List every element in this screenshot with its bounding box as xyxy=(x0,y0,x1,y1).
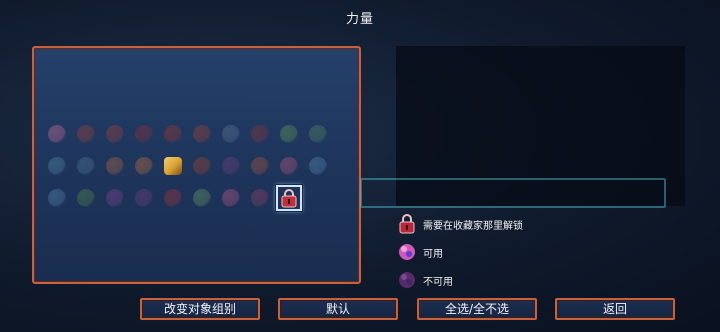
comet-icon xyxy=(251,157,269,175)
item-slot[interactable] xyxy=(247,153,273,179)
purple-bat-icon xyxy=(222,157,240,175)
item-slot[interactable] xyxy=(189,153,215,179)
item-slot[interactable] xyxy=(276,153,302,179)
item-slot[interactable] xyxy=(73,153,99,179)
select-all-button[interactable]: 全选/全不选 xyxy=(417,298,537,320)
golden-idol-icon xyxy=(164,157,182,175)
default-button[interactable]: 默认 xyxy=(278,298,398,320)
blue-eye-icon xyxy=(48,157,66,175)
red-serpent-icon xyxy=(193,157,211,175)
blue-splash-icon xyxy=(309,157,327,175)
legend-available: 可用 xyxy=(397,238,697,266)
purple-mouth-icon xyxy=(251,189,269,207)
red-tornado-icon xyxy=(77,125,95,143)
item-slot[interactable] xyxy=(276,185,302,211)
item-slot[interactable] xyxy=(160,121,186,147)
green-sickle-icon xyxy=(77,189,95,207)
change-group-button[interactable]: 改变对象组别 xyxy=(140,298,260,320)
red-wings-icon xyxy=(135,125,153,143)
screen-title: 力量 xyxy=(345,12,374,27)
legend-locked: 需要在收藏家那里解锁 xyxy=(397,210,697,238)
item-slot[interactable] xyxy=(131,185,157,211)
legend-unavailable: 不可用 xyxy=(397,266,697,294)
item-slot[interactable] xyxy=(305,121,331,147)
green-gem-icon xyxy=(193,189,211,207)
item-slot[interactable] xyxy=(131,153,157,179)
orange-claws-icon xyxy=(135,157,153,175)
blue-portal-icon xyxy=(222,125,240,143)
item-slot[interactable] xyxy=(189,185,215,211)
item-preview-bar xyxy=(360,178,666,208)
pink-eye-icon xyxy=(222,189,240,207)
back-button[interactable]: 返回 xyxy=(555,298,675,320)
item-slot[interactable] xyxy=(247,185,273,211)
purple-feather-icon xyxy=(106,189,124,207)
pink-crab-icon xyxy=(280,157,298,175)
red-flame-icon xyxy=(164,125,182,143)
padlock-icon xyxy=(281,188,297,207)
item-slot[interactable] xyxy=(44,153,70,179)
item-slot[interactable] xyxy=(102,185,128,211)
green-rune-icon xyxy=(309,125,327,143)
blue-bolt-icon xyxy=(48,189,66,207)
padlock-icon xyxy=(397,213,417,235)
item-slot[interactable] xyxy=(102,153,128,179)
item-slot[interactable] xyxy=(73,185,99,211)
red-feather-icon xyxy=(251,125,269,143)
item-slot[interactable] xyxy=(44,121,70,147)
item-grid-panel xyxy=(32,46,361,284)
item-slot[interactable] xyxy=(44,185,70,211)
item-slot[interactable] xyxy=(218,185,244,211)
legend-locked-label: 需要在收藏家那里解锁 xyxy=(423,220,523,232)
item-slot[interactable] xyxy=(160,153,186,179)
item-slot[interactable] xyxy=(102,121,128,147)
item-slot[interactable] xyxy=(189,121,215,147)
red-claw-icon xyxy=(106,125,124,143)
pink-orb-available-icon xyxy=(397,241,417,263)
legend-available-label: 可用 xyxy=(423,248,443,260)
green-brain-icon xyxy=(280,125,298,143)
pink-orb-icon xyxy=(48,125,66,143)
syringe-icon xyxy=(193,125,211,143)
item-slot[interactable] xyxy=(131,121,157,147)
item-slot[interactable] xyxy=(247,121,273,147)
blue-leaf-icon xyxy=(77,157,95,175)
red-potion-icon xyxy=(164,189,182,207)
item-slot[interactable] xyxy=(160,185,186,211)
orange-mask-icon xyxy=(106,157,124,175)
item-grid xyxy=(44,121,334,217)
item-slot[interactable] xyxy=(305,153,331,179)
purple-web-icon xyxy=(135,189,153,207)
legend-unavailable-label: 不可用 xyxy=(423,276,453,288)
legend: 需要在收藏家那里解锁 可用 不可用 xyxy=(397,210,697,294)
item-slot[interactable] xyxy=(218,153,244,179)
item-slot[interactable] xyxy=(218,121,244,147)
item-slot[interactable] xyxy=(276,121,302,147)
item-slot[interactable] xyxy=(73,121,99,147)
pink-orb-unavailable-icon xyxy=(397,269,417,291)
